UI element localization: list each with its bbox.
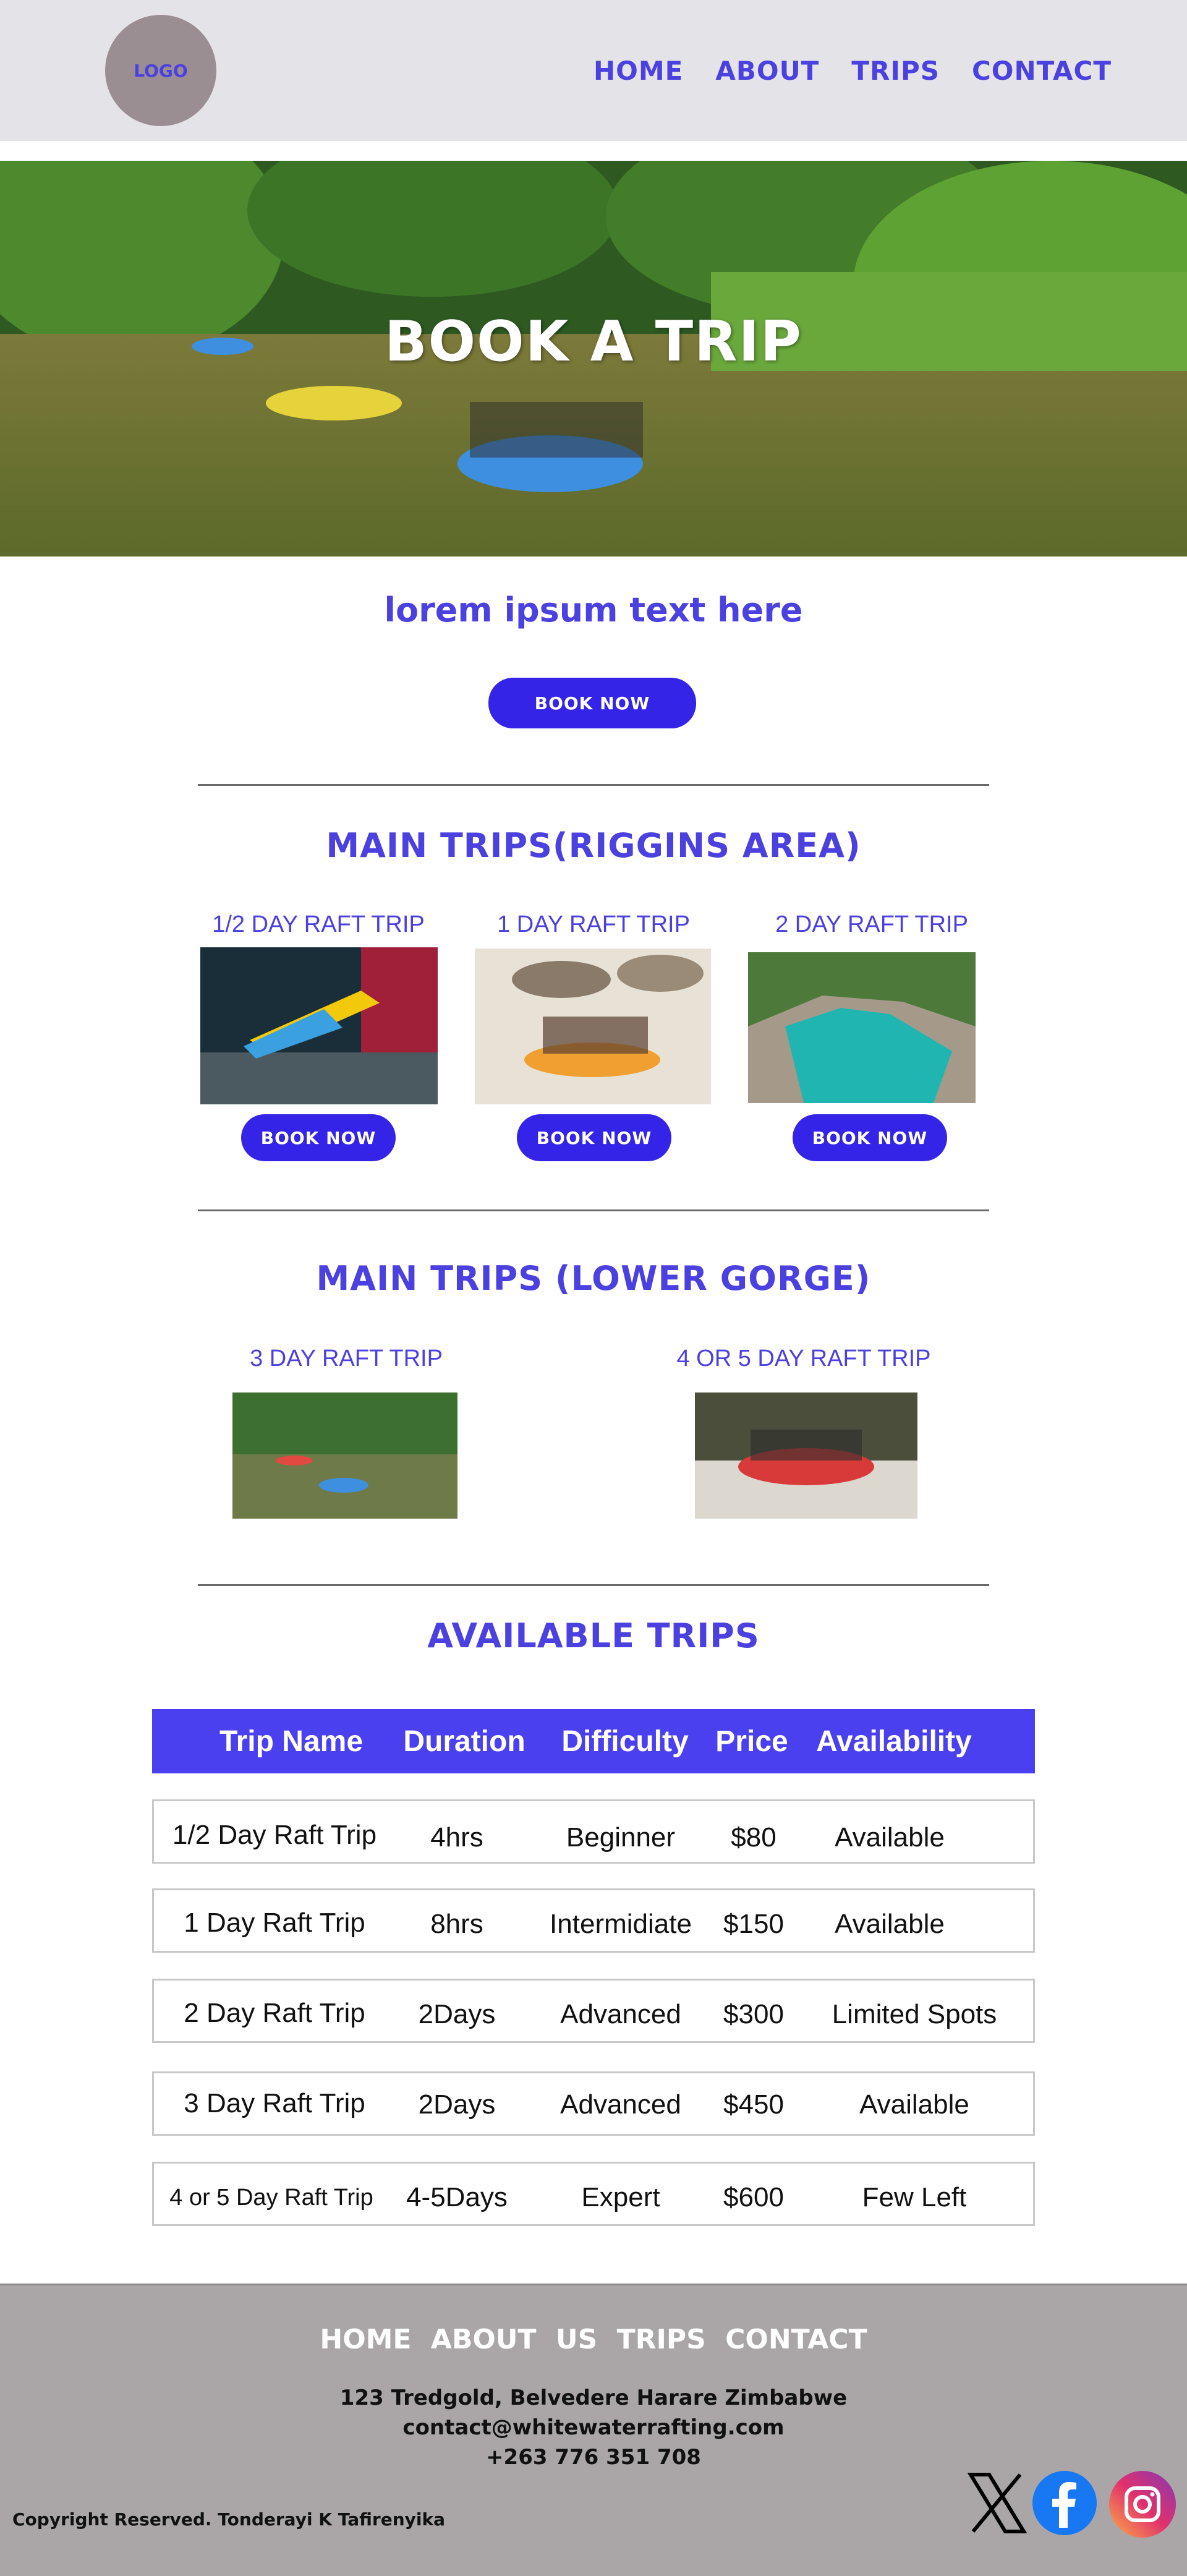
footer-nav-home[interactable]: HOME <box>320 2324 411 2355</box>
table-cell: Few Left <box>862 2182 967 2212</box>
divider <box>198 1209 989 1211</box>
table-cell: Available <box>859 2089 969 2120</box>
table-row[interactable]: 3 Day Raft Trip 2Days Advanced $450 Avai… <box>152 2071 1035 2136</box>
hero-title: BOOK A TRIP <box>385 309 802 374</box>
table-cell: Intermidiate <box>550 1909 692 1939</box>
footer-nav-us[interactable]: US <box>556 2324 597 2355</box>
logo[interactable]: LOGO <box>105 15 216 126</box>
table-cell: 4 or 5 Day Raft Trip <box>169 2185 373 2211</box>
book-now-button[interactable]: BOOK NOW <box>793 1114 947 1161</box>
copyright: Copyright Reserved. Tonderayi K Tafireny… <box>12 2509 445 2530</box>
footer-nav-contact[interactable]: CONTACT <box>725 2324 867 2355</box>
table-cell: 4-5Days <box>406 2182 508 2212</box>
nav-trips[interactable]: TRIPS <box>851 56 940 86</box>
table-cell: 2 Day Raft Trip <box>184 1998 365 2028</box>
site-header: LOGO HOME ABOUT TRIPS CONTACT <box>0 0 1187 151</box>
table-cell: $150 <box>723 1909 784 1939</box>
gorge-title: MAIN TRIPS (LOWER GORGE) <box>316 1259 871 1298</box>
column-header: Availability <box>816 1725 972 1758</box>
nav-about[interactable]: ABOUT <box>715 56 819 86</box>
nav-home[interactable]: HOME <box>594 56 683 86</box>
hero-subtitle: lorem ipsum text here <box>384 591 803 629</box>
table-cell: 4hrs <box>430 1822 483 1853</box>
table-cell: $80 <box>731 1822 776 1853</box>
trip-label-3-day: 3 DAY RAFT TRIP <box>250 1346 443 1371</box>
nav-contact[interactable]: CONTACT <box>972 56 1112 86</box>
footer-email[interactable]: contact@whitewaterrafting.com <box>0 2415 1187 2440</box>
column-header: Difficulty <box>561 1725 689 1758</box>
divider <box>198 1584 989 1586</box>
book-now-button[interactable]: BOOK NOW <box>488 678 696 728</box>
table-cell: Limited Spots <box>832 1999 997 2029</box>
x-icon[interactable] <box>964 2471 1029 2535</box>
column-header: Duration <box>403 1725 525 1758</box>
footer-phone[interactable]: +263 776 351 708 <box>0 2445 1187 2470</box>
trip-image-half-day[interactable] <box>200 947 438 1104</box>
divider <box>198 784 989 786</box>
table-cell: 1 Day Raft Trip <box>184 1908 365 1938</box>
table-row[interactable]: 4 or 5 Day Raft Trip 4-5Days Expert $600… <box>152 2162 1035 2226</box>
table-cell: 2Days <box>418 2089 496 2120</box>
main-nav: HOME ABOUT TRIPS CONTACT <box>594 56 1144 86</box>
trip-image-1-day[interactable] <box>475 949 711 1104</box>
book-now-button[interactable]: BOOK NOW <box>517 1114 671 1161</box>
trip-label-4-5-day: 4 OR 5 DAY RAFT TRIP <box>676 1346 931 1371</box>
trip-label-1-day: 1 DAY RAFT TRIP <box>497 911 690 937</box>
trip-image-2-day[interactable] <box>748 952 976 1103</box>
available-title: AVAILABLE TRIPS <box>427 1616 760 1655</box>
table-cell: Beginner <box>566 1822 676 1853</box>
table-row[interactable]: 1 Day Raft Trip 8hrs Intermidiate $150 A… <box>152 1888 1035 1953</box>
column-header: Price <box>715 1725 788 1758</box>
trip-image-3-day[interactable] <box>232 1392 457 1519</box>
book-now-button[interactable]: BOOK NOW <box>241 1114 396 1161</box>
instagram-icon[interactable] <box>1109 2471 1176 2538</box>
table-row[interactable]: 1/2 Day Raft Trip 4hrs Beginner $80 Avai… <box>152 1799 1035 1864</box>
footer-nav: HOME ABOUT US TRIPS CONTACT <box>0 2324 1187 2355</box>
riggins-title: MAIN TRIPS(RIGGINS AREA) <box>326 826 861 865</box>
footer-nav-trips[interactable]: TRIPS <box>617 2324 706 2355</box>
table-cell: Advanced <box>560 2089 681 2120</box>
table-cell: 2Days <box>418 1999 496 2029</box>
table-cell: 3 Day Raft Trip <box>184 2088 365 2118</box>
trip-label-half-day: 1/2 DAY RAFT TRIP <box>212 911 425 937</box>
table-row[interactable]: 2 Day Raft Trip 2Days Advanced $300 Limi… <box>152 1979 1035 2043</box>
facebook-icon[interactable] <box>1032 2471 1097 2535</box>
table-cell: 8hrs <box>430 1909 483 1939</box>
table-cell: $600 <box>723 2182 784 2212</box>
table-cell: 1/2 Day Raft Trip <box>172 1820 377 1850</box>
trip-image-4-5-day[interactable] <box>695 1392 917 1519</box>
table-cell: $300 <box>723 1999 784 2029</box>
trip-label-2-day: 2 DAY RAFT TRIP <box>775 911 968 937</box>
site-footer: HOME ABOUT US TRIPS CONTACT 123 Tredgold… <box>0 2284 1187 2576</box>
hero-banner: BOOK A TRIP <box>0 161 1187 557</box>
footer-address: 123 Tredgold, Belvedere Harare Zimbabwe <box>339 2386 848 2410</box>
table-cell: Available <box>835 1909 945 1939</box>
table-cell: Available <box>835 1822 945 1853</box>
table-cell: $450 <box>723 2089 784 2120</box>
footer-nav-about[interactable]: ABOUT <box>431 2324 537 2355</box>
table-cell: Expert <box>581 2182 660 2212</box>
table-header: Trip Name Duration Difficulty Price Avai… <box>152 1709 1035 1773</box>
table-cell: Advanced <box>560 1999 681 2029</box>
